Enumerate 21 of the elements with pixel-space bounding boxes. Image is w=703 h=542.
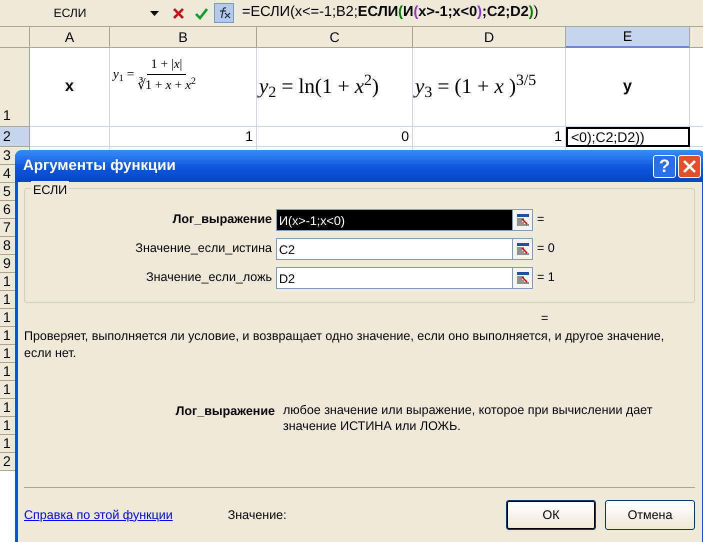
formula-image: y$_{2}$ = ln(1 + x$^{2}$) xyxy=(259,71,379,103)
argument-help-label: Лог_выражение xyxy=(174,402,275,420)
table-cell: y xyxy=(566,48,690,127)
formula-label: y$_{1}$ = xyxy=(113,65,134,84)
table-cell: 1 xyxy=(413,127,566,147)
argument-result: = 1 xyxy=(536,269,556,286)
table-cell: x xyxy=(30,48,110,127)
denominator-text: ∛1 + x + x$^{2}$ xyxy=(137,74,196,94)
result-text: = xyxy=(541,311,548,325)
numerator-text: 1 + |x| xyxy=(146,54,186,74)
argument-result: = xyxy=(536,211,546,228)
argument-label: Значение_если_истина xyxy=(134,240,273,258)
table-cell: 0 xyxy=(257,127,413,147)
formula-image: y$_{3}$ = (1 + x )$^{3/5}$ xyxy=(415,71,536,103)
argument-label: Лог_выражение xyxy=(172,211,273,228)
argument-help-text: любое значение или выражение, которое при вычислении дает значение ИСТИНА или ЛОЖЬ. xyxy=(283,402,654,436)
function-description: Проверяет, выполняется ли условие, и возвращает одно значение, если оно выполняется, и другое значение, если нет. xyxy=(24,328,666,362)
argument-result: = 0 xyxy=(536,240,556,258)
table-cell: 1 xyxy=(110,127,257,147)
argument-label: Значение_если_ложь xyxy=(145,269,273,286)
value-label: Значение: xyxy=(228,506,288,524)
